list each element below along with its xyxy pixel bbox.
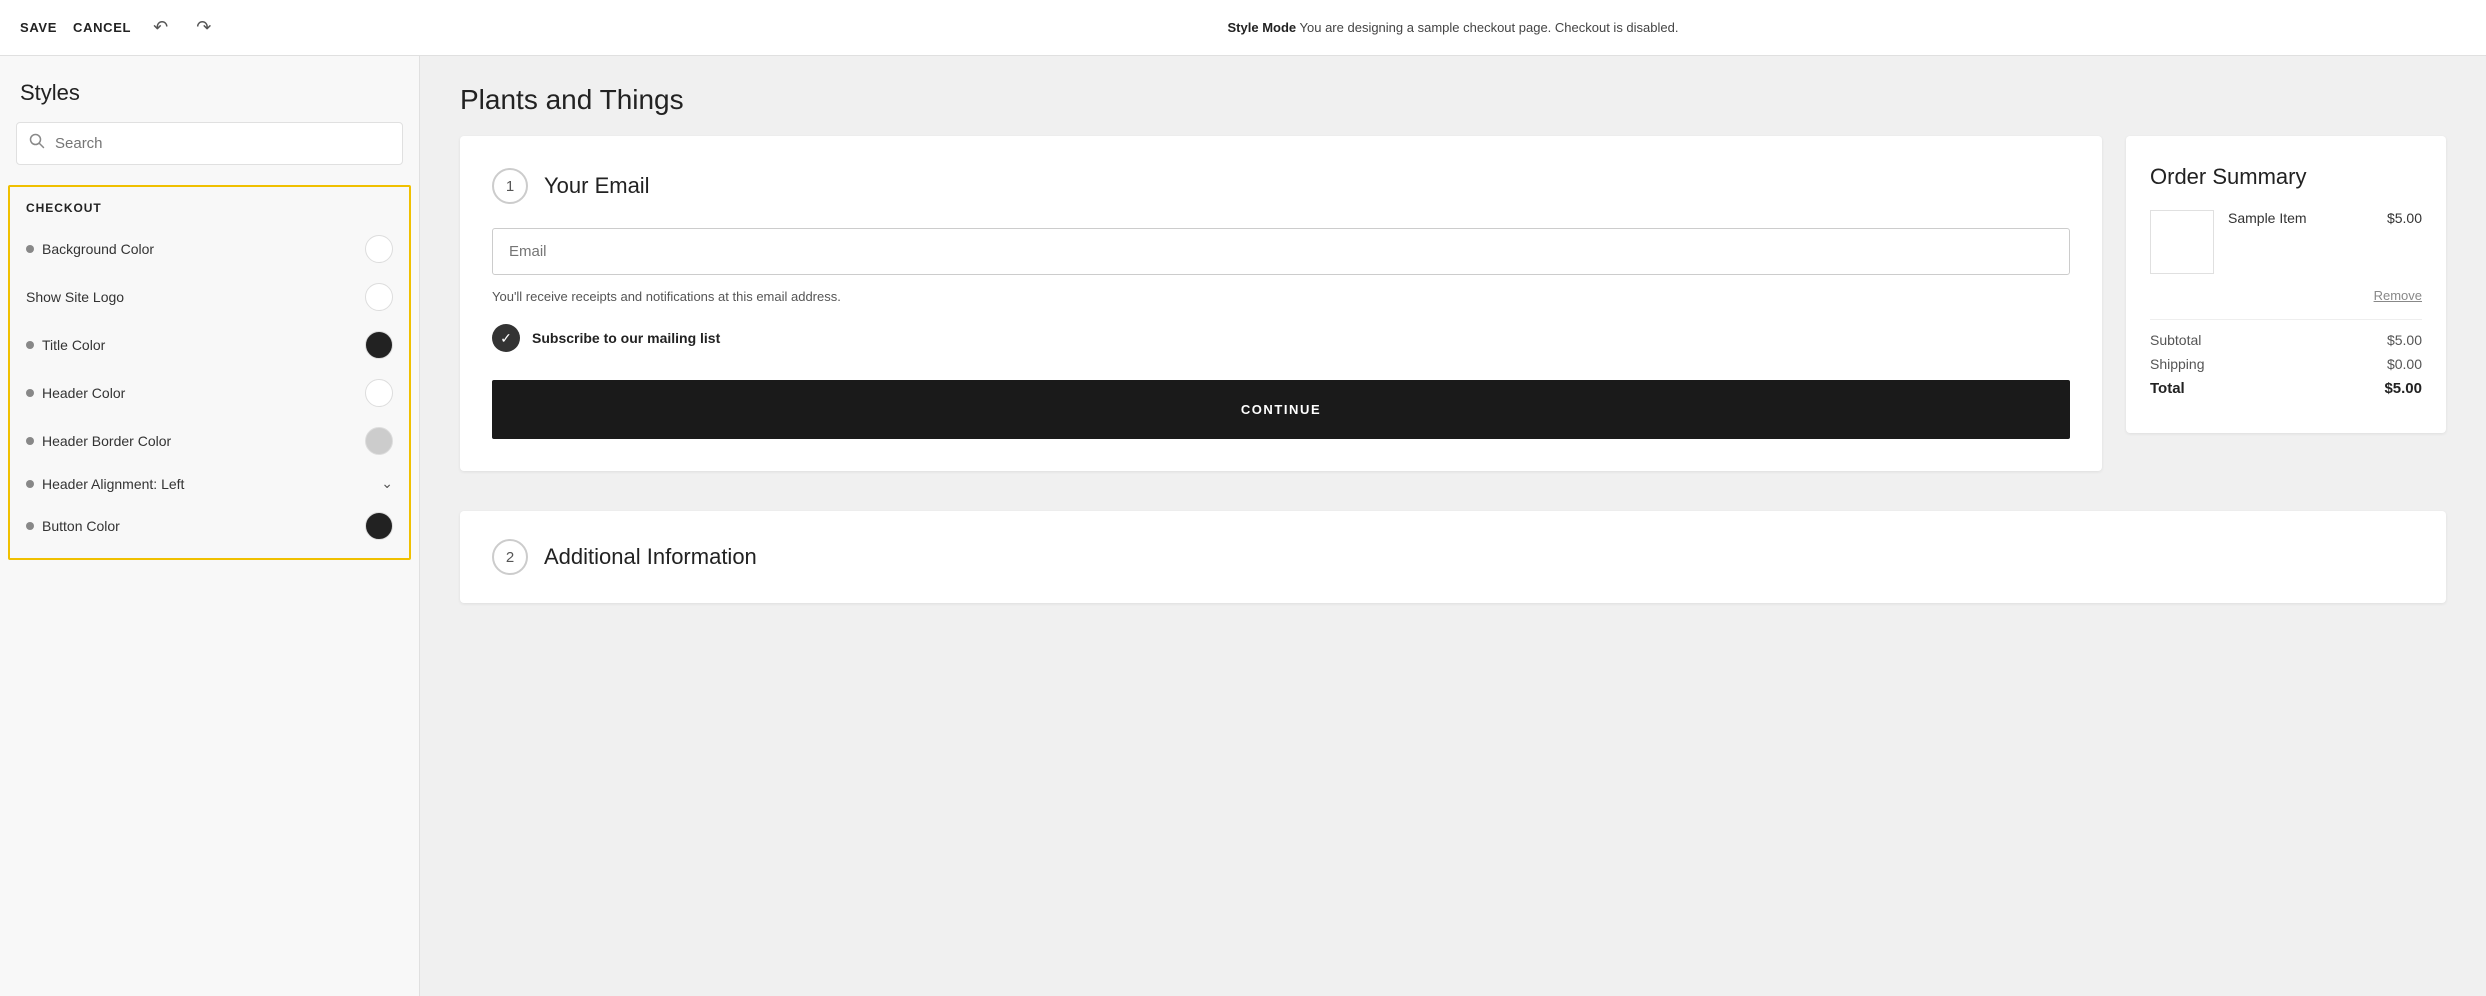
dot-indicator bbox=[26, 437, 34, 445]
order-summary-card: Order Summary Sample Item $5.00 Remove S… bbox=[2126, 136, 2446, 433]
search-icon bbox=[29, 133, 45, 154]
shipping-row: Shipping $0.00 bbox=[2150, 356, 2422, 372]
order-summary-title: Order Summary bbox=[2150, 164, 2422, 190]
content-area: Plants and Things 1 Your Email You'll re… bbox=[420, 56, 2486, 996]
item-thumbnail bbox=[2150, 210, 2214, 274]
top-bar-left: SAVE CANCEL ↶ ↷ bbox=[20, 13, 440, 42]
item-name: Sample Item bbox=[2228, 210, 2307, 226]
subtotal-value: $5.00 bbox=[2387, 332, 2422, 348]
additional-info-section: 2 Additional Information bbox=[460, 511, 2446, 603]
step1-number: 1 bbox=[492, 168, 528, 204]
button-color-swatch[interactable] bbox=[365, 512, 393, 540]
dot-indicator bbox=[26, 341, 34, 349]
sidebar-title: Styles bbox=[0, 56, 419, 122]
subtotal-row: Subtotal $5.00 bbox=[2150, 332, 2422, 348]
checkmark-icon: ✓ bbox=[500, 330, 512, 347]
item-price: $5.00 bbox=[2387, 210, 2422, 226]
step2-number: 2 bbox=[492, 539, 528, 575]
step2-header: 2 Additional Information bbox=[492, 539, 2414, 575]
header-color-label: Header Color bbox=[42, 385, 125, 401]
email-notice: You'll receive receipts and notification… bbox=[492, 289, 2070, 304]
dot-indicator bbox=[26, 245, 34, 253]
header-color-swatch[interactable] bbox=[365, 379, 393, 407]
style-row-header-color[interactable]: Header Color bbox=[10, 369, 409, 417]
show-site-logo-label: Show Site Logo bbox=[26, 289, 124, 305]
button-color-label: Button Color bbox=[42, 518, 120, 534]
search-container bbox=[16, 122, 403, 165]
checkout-section: CHECKOUT Background Color Show Site Logo bbox=[8, 185, 411, 560]
sidebar: Styles CHECKOUT Background Color bbox=[0, 56, 420, 996]
email-input[interactable] bbox=[492, 228, 2070, 275]
checkout-section-header: CHECKOUT bbox=[10, 187, 409, 225]
step2-title: Additional Information bbox=[544, 544, 757, 570]
background-color-label: Background Color bbox=[42, 241, 154, 257]
step1-title: Your Email bbox=[544, 173, 650, 199]
order-item-row: Sample Item $5.00 bbox=[2150, 210, 2422, 274]
checkout-content: 1 Your Email You'll receive receipts and… bbox=[420, 136, 2486, 511]
divider bbox=[2150, 319, 2422, 320]
main-layout: Styles CHECKOUT Background Color bbox=[0, 56, 2486, 996]
chevron-down-icon: ⌄ bbox=[381, 475, 393, 492]
style-row-show-site-logo[interactable]: Show Site Logo bbox=[10, 273, 409, 321]
subscribe-checkbox[interactable]: ✓ bbox=[492, 324, 520, 352]
style-row-header-alignment[interactable]: Header Alignment: Left ⌄ bbox=[10, 465, 409, 502]
total-label: Total bbox=[2150, 380, 2185, 397]
header-alignment-label: Header Alignment: Left bbox=[42, 476, 184, 492]
checkout-form-card: 1 Your Email You'll receive receipts and… bbox=[460, 136, 2102, 471]
header-border-color-label: Header Border Color bbox=[42, 433, 171, 449]
dot-indicator bbox=[26, 522, 34, 530]
background-color-swatch[interactable] bbox=[365, 235, 393, 263]
style-row-button-color[interactable]: Button Color bbox=[10, 502, 409, 550]
subscribe-label: Subscribe to our mailing list bbox=[532, 330, 720, 346]
top-bar: SAVE CANCEL ↶ ↷ Style Mode You are desig… bbox=[0, 0, 2486, 56]
dot-indicator bbox=[26, 389, 34, 397]
page-title: Plants and Things bbox=[420, 56, 2486, 136]
style-row-header-border-color[interactable]: Header Border Color bbox=[10, 417, 409, 465]
header-border-color-swatch[interactable] bbox=[365, 427, 393, 455]
subscribe-row: ✓ Subscribe to our mailing list bbox=[492, 324, 2070, 352]
search-input[interactable] bbox=[55, 135, 390, 152]
total-row: Total $5.00 bbox=[2150, 380, 2422, 397]
style-mode-notice: Style Mode You are designing a sample ch… bbox=[440, 20, 2466, 35]
style-row-background-color[interactable]: Background Color bbox=[10, 225, 409, 273]
shipping-label: Shipping bbox=[2150, 356, 2205, 372]
show-site-logo-toggle[interactable] bbox=[365, 283, 393, 311]
subtotal-label: Subtotal bbox=[2150, 332, 2201, 348]
continue-button[interactable]: CONTINUE bbox=[492, 380, 2070, 439]
dot-indicator bbox=[26, 480, 34, 488]
redo-button[interactable]: ↷ bbox=[190, 13, 217, 42]
total-value: $5.00 bbox=[2384, 380, 2422, 397]
shipping-value: $0.00 bbox=[2387, 356, 2422, 372]
undo-button[interactable]: ↶ bbox=[147, 13, 174, 42]
cancel-button[interactable]: CANCEL bbox=[73, 16, 131, 39]
save-button[interactable]: SAVE bbox=[20, 16, 57, 39]
remove-link[interactable]: Remove bbox=[2150, 288, 2422, 303]
style-row-title-color[interactable]: Title Color bbox=[10, 321, 409, 369]
step1-header: 1 Your Email bbox=[492, 168, 2070, 204]
title-color-swatch[interactable] bbox=[365, 331, 393, 359]
title-color-label: Title Color bbox=[42, 337, 105, 353]
